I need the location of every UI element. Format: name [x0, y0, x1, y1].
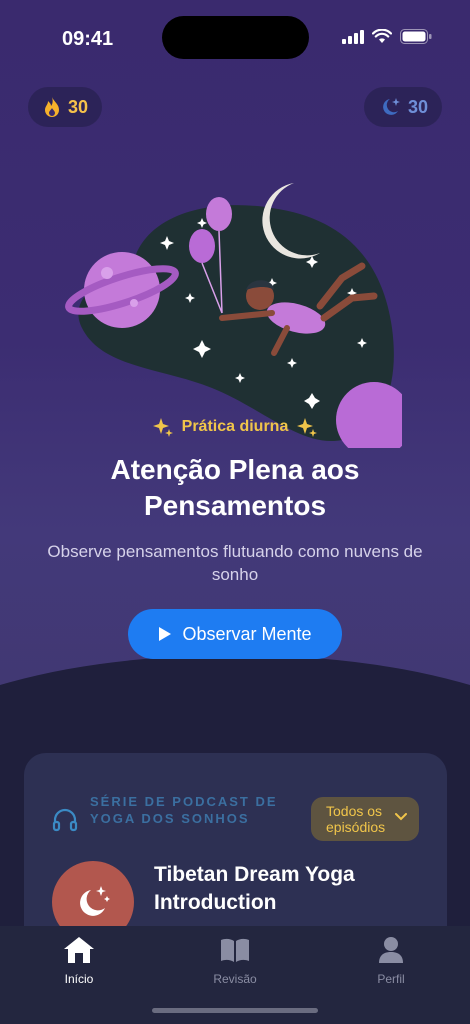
wifi-icon — [372, 29, 392, 43]
play-icon — [159, 627, 172, 641]
home-icon — [64, 937, 94, 963]
eyebrow-label: Prática diurna — [181, 418, 289, 435]
podcast-card-header: SÉRIE DE PODCAST DE YOGA DOS SONHOS Todo… — [52, 793, 419, 845]
status-bar: 09:41 — [0, 0, 470, 70]
book-icon — [221, 938, 249, 962]
streak-counter[interactable]: 30 — [28, 87, 103, 127]
tab-profile[interactable]: Perfil — [346, 934, 436, 986]
home-indicator — [152, 1008, 318, 1013]
observe-mind-button[interactable]: Observar Mente — [128, 609, 342, 659]
dream-illustration — [65, 183, 402, 448]
practice-eyebrow: Prática diurna — [0, 416, 470, 438]
podcast-series-label: SÉRIE DE PODCAST DE YOGA DOS SONHOS — [90, 794, 278, 826]
all-episodes-button[interactable]: Todos os episódios — [311, 797, 419, 841]
signal-icon — [342, 29, 364, 44]
tab-home-label: Início — [64, 972, 94, 986]
tab-review[interactable]: Revisão — [190, 934, 280, 986]
chevron-down-icon — [395, 813, 407, 821]
tab-profile-label: Perfil — [377, 972, 405, 986]
hero-bottom-curve — [0, 655, 470, 760]
status-time: 09:41 — [62, 28, 114, 50]
hero-subtitle: Observe pensamentos flutuando como nuven… — [47, 542, 423, 584]
moon-stars-icon — [383, 98, 400, 115]
cta-label: Observar Mente — [182, 623, 312, 644]
flame-icon — [45, 97, 59, 117]
sleep-count: 30 — [407, 96, 428, 117]
sleep-counter[interactable]: 30 — [363, 87, 442, 127]
streak-count: 30 — [68, 96, 89, 117]
moon-stars-icon — [80, 886, 110, 916]
battery-icon — [400, 29, 432, 44]
tab-review-label: Revisão — [213, 972, 257, 986]
status-icons — [342, 29, 432, 44]
all-episodes-label: Todos os episódios — [326, 803, 386, 835]
tab-home[interactable]: Início — [34, 934, 124, 986]
episode-title[interactable]: Tibetan Dream Yoga Introduction — [154, 861, 414, 917]
hero-title: Atenção Plena aos Pensamentos — [110, 454, 360, 521]
sparkles-icon — [297, 418, 318, 437]
dynamic-island — [162, 16, 309, 59]
headphones-icon — [52, 808, 78, 832]
person-icon — [379, 937, 403, 963]
sparkles-icon — [152, 418, 173, 437]
